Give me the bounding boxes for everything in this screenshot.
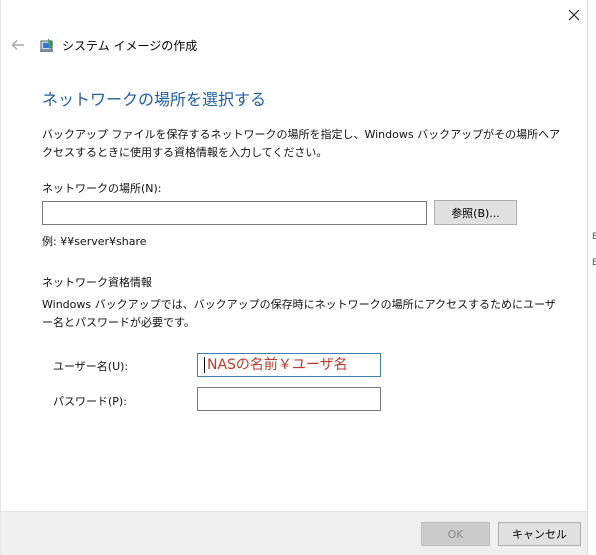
back-button[interactable] <box>9 36 27 54</box>
ok-button[interactable]: OK <box>421 522 490 546</box>
adjacent-window-edge <box>587 0 596 555</box>
browse-button[interactable]: 参照(B)... <box>434 200 517 225</box>
credentials-section-title: ネットワーク資格情報 <box>42 276 152 289</box>
network-location-example: 例: ¥¥server¥share <box>42 235 147 248</box>
cancel-button[interactable]: キャンセル <box>498 522 581 546</box>
system-image-backup-icon <box>40 38 54 52</box>
system-image-dialog: システム イメージの作成 ネットワークの場所を選択する バックアップ ファイルを… <box>0 0 596 555</box>
password-label: パスワード(P): <box>53 395 127 408</box>
dialog-footer: OK キャンセル <box>1 511 587 555</box>
close-icon <box>568 9 580 21</box>
back-arrow-icon <box>11 40 24 50</box>
edge-fragment-1: E <box>592 232 596 242</box>
network-location-input[interactable] <box>42 201 427 225</box>
page-heading: ネットワークの場所を選択する <box>42 90 267 109</box>
edge-fragment-2: E <box>592 258 596 268</box>
username-input[interactable]: NASの名前￥ユーザ名 <box>197 353 381 377</box>
text-caret <box>204 357 205 373</box>
username-value: NASの名前￥ユーザ名 <box>207 357 348 373</box>
network-location-label: ネットワークの場所(N): <box>42 182 162 195</box>
window-title: システム イメージの作成 <box>62 39 198 53</box>
password-input[interactable] <box>197 387 381 411</box>
username-label: ユーザー名(U): <box>53 360 129 373</box>
close-button[interactable] <box>563 4 585 26</box>
credentials-description: Windows バックアップでは、バックアップの保存時にネットワークの場所にアク… <box>42 298 556 329</box>
page-description: バックアップ ファイルを保存するネットワークの場所を指定し、Windows バッ… <box>42 128 561 159</box>
